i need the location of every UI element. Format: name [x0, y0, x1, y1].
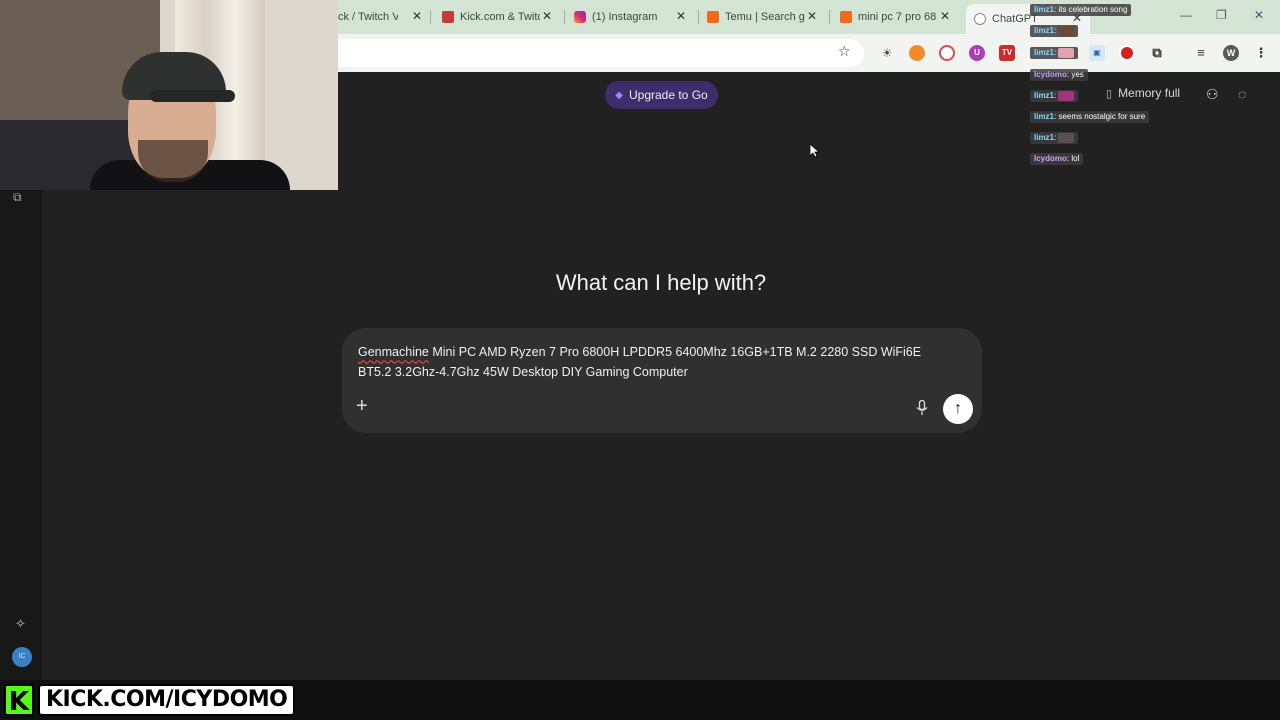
chat-username: limz1 [1034, 26, 1055, 35]
sidebar-toggle-icon[interactable]: ⧉ [13, 190, 22, 205]
chat-message: limz1: seems nostalgic for sure [1030, 111, 1150, 123]
memory-icon: ▯ [1106, 87, 1113, 100]
chat-emote-icon [1058, 90, 1075, 101]
kick-logo-icon: K [4, 684, 34, 717]
chat-username: Icydomo [1034, 70, 1067, 79]
tab-twitch-vod[interactable]: ck / Twitch VOD ✕ [338, 6, 424, 28]
tab-temu-mini-pc[interactable]: mini pc 7 pro 68 ✕ [840, 6, 952, 28]
temu-icon [707, 11, 719, 23]
close-icon[interactable]: ✕ [938, 9, 952, 23]
tab-separator [430, 10, 431, 24]
upgrade-button[interactable]: ◆ Upgrade to Go [605, 81, 718, 109]
chat-message: limz1: [1030, 47, 1079, 59]
memory-label: Memory full [1118, 86, 1181, 100]
chat-text: : [1054, 48, 1057, 57]
openai-icon [974, 13, 986, 25]
chat-username: limz1 [1034, 5, 1055, 14]
chat-emote-icon [1058, 25, 1075, 36]
tab-separator [829, 10, 830, 24]
chat-text: : yes [1066, 70, 1084, 79]
kick-channel-url: KICK.COM/ICYDOMO [38, 684, 296, 716]
tab-separator [564, 10, 565, 24]
extension-icon[interactable] [939, 45, 955, 61]
temu-icon [840, 11, 852, 23]
chat-emote-icon [1058, 132, 1075, 143]
mouse-cursor-icon [810, 144, 820, 158]
media-controls-icon[interactable]: ≡ [1193, 45, 1209, 61]
temporary-chat-icon[interactable]: ◌ [1238, 86, 1246, 102]
chat-text: : lol [1066, 154, 1080, 163]
tab-separator [698, 10, 699, 24]
bookmark-star-icon[interactable]: ☆ [838, 43, 851, 60]
microphone-icon[interactable] [916, 400, 928, 416]
minimize-icon[interactable]: — [1180, 8, 1192, 22]
chat-text: : [1054, 26, 1057, 35]
prompt-input[interactable]: Genmachine Mini PC AMD Ryzen 7 Pro 6800H… [358, 342, 958, 382]
chat-message: limz1: [1030, 90, 1079, 102]
webcam-cap-brim [150, 90, 235, 102]
tab-instagram[interactable]: (1) Instagram ✕ [574, 6, 688, 28]
brightness-extension-icon[interactable]: ☀ [879, 45, 895, 61]
tab-title: ck / Twitch VOD [338, 11, 398, 23]
add-attachment-button[interactable]: + [356, 396, 368, 416]
prompt-text-line2: BT5.2 3.2Ghz-4.7Ghz 45W Desktop DIY Gami… [358, 365, 688, 379]
send-button[interactable]: ↑ [943, 394, 973, 424]
close-icon[interactable]: ✕ [674, 9, 688, 23]
browser-menu-icon[interactable]: ⋮ [1253, 45, 1269, 61]
screen: ck / Twitch VOD ✕ Kick.com & Twitch ✕ (1… [0, 0, 1280, 720]
webcam-overlay [0, 0, 338, 190]
tab-kick-twitch[interactable]: Kick.com & Twitch ✕ [442, 6, 554, 28]
profile-avatar[interactable]: W [1223, 45, 1239, 61]
ublock-extension-icon[interactable]: U [969, 45, 985, 61]
add-user-icon[interactable]: ⚇ [1206, 86, 1219, 103]
cookie-extension-icon[interactable] [909, 45, 925, 61]
address-bar[interactable] [338, 39, 864, 67]
misspelled-word: Genmachine [358, 345, 429, 359]
window-close-icon[interactable]: ✕ [1254, 8, 1264, 22]
chat-username: Icydomo [1034, 154, 1067, 163]
avatar[interactable]: IC [12, 647, 32, 667]
tab-title: mini pc 7 pro 68 [858, 11, 937, 23]
instagram-icon [574, 11, 586, 23]
tab-title: (1) Instagram [592, 11, 658, 23]
chat-message: Icydomo: yes [1030, 69, 1088, 81]
chat-username: limz1 [1034, 133, 1055, 142]
chat-emote-icon [1058, 47, 1075, 58]
tab-temu-search[interactable]: Temu | Search g ✕ [707, 6, 819, 28]
chat-text: : its celebration song [1054, 5, 1128, 14]
upgrade-label: Upgrade to Go [628, 88, 708, 102]
chat-message: limz1: its celebration song [1030, 4, 1132, 16]
chat-text: : [1054, 133, 1057, 142]
chat-username: limz1 [1034, 91, 1055, 100]
chat-text: : seems nostalgic for sure [1054, 112, 1146, 121]
chat-username: limz1 [1034, 48, 1055, 57]
close-icon[interactable]: ✕ [805, 9, 819, 23]
chat-message: limz1: [1030, 25, 1079, 37]
page-title: What can I help with? [555, 270, 767, 295]
close-icon[interactable]: ✕ [540, 9, 554, 23]
tv-extension-icon[interactable]: TV [999, 45, 1015, 61]
tab-title: Temu | Search g [725, 11, 805, 23]
kick-favicon-icon [442, 11, 454, 23]
prompt-composer[interactable]: Genmachine Mini PC AMD Ryzen 7 Pro 6800H… [342, 328, 982, 433]
chat-message: limz1: [1030, 132, 1079, 144]
translate-extension-icon[interactable]: ▣ [1089, 45, 1105, 61]
chat-message: Icydomo: lol [1030, 153, 1084, 165]
puzzle-extensions-icon[interactable]: ⧉ [1149, 45, 1165, 61]
prompt-text-line1: Mini PC AMD Ryzen 7 Pro 6800H LPDDR5 640… [428, 345, 922, 359]
maximize-icon[interactable]: ❐ [1216, 8, 1227, 22]
record-extension-icon[interactable] [1119, 45, 1135, 61]
chat-text: : [1054, 91, 1057, 100]
tab-title: Kick.com & Twitch [460, 11, 540, 23]
chat-username: limz1 [1034, 112, 1055, 121]
diamond-icon: ◆ [615, 89, 623, 101]
close-icon[interactable]: ✕ [410, 9, 424, 23]
sparkle-icon[interactable]: ✧ [15, 616, 26, 632]
memory-full-indicator[interactable]: ▯ Memory full [1106, 86, 1180, 100]
